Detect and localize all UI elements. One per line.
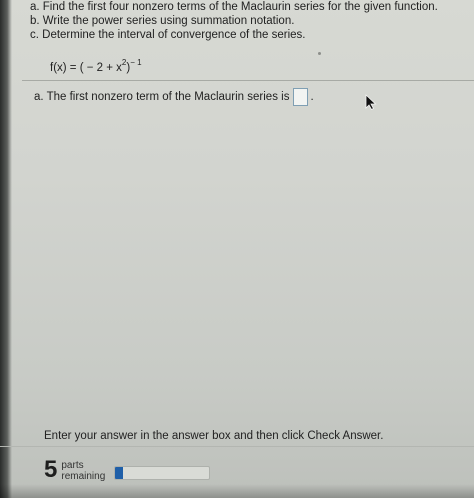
parts-label: parts remaining bbox=[61, 460, 109, 482]
instruction-text: Enter your answer in the answer box and … bbox=[44, 430, 384, 442]
progress-bar bbox=[114, 466, 210, 480]
parts-remaining: 5 parts remaining bbox=[44, 456, 109, 483]
stray-dot bbox=[318, 52, 321, 55]
question-text: a. Find the first four nonzero terms of … bbox=[30, 0, 460, 42]
bottom-shadow bbox=[0, 484, 474, 498]
footer-divider bbox=[0, 446, 474, 447]
mouse-pointer-icon bbox=[365, 94, 377, 110]
question-part-a: a. Find the first four nonzero terms of … bbox=[30, 1, 438, 13]
function-outer-exponent: − 1 bbox=[130, 58, 142, 67]
screen: a. Find the first four nonzero terms of … bbox=[0, 0, 474, 498]
answer-prompt: a. The first nonzero term of the Maclaur… bbox=[34, 91, 290, 103]
answer-row: a. The first nonzero term of the Maclaur… bbox=[34, 88, 314, 106]
question-part-b: b. Write the power series using summatio… bbox=[30, 15, 295, 27]
function-base: ( − 2 + x bbox=[79, 62, 122, 74]
parts-label-line-2: remaining bbox=[61, 471, 106, 482]
progress-fill bbox=[115, 467, 123, 479]
question-part-c: c. Determine the interval of convergence… bbox=[30, 29, 306, 41]
function-expression: f(x) = ( − 2 + x2)− 1 bbox=[50, 58, 142, 74]
section-divider bbox=[22, 80, 474, 81]
parts-count: 5 bbox=[44, 456, 58, 483]
function-lhs: f(x) = bbox=[50, 62, 80, 74]
answer-input-box[interactable] bbox=[293, 88, 309, 106]
answer-suffix: . bbox=[310, 91, 314, 103]
screen-bezel-edge bbox=[0, 0, 12, 498]
parts-label-line-1: parts bbox=[61, 460, 84, 471]
